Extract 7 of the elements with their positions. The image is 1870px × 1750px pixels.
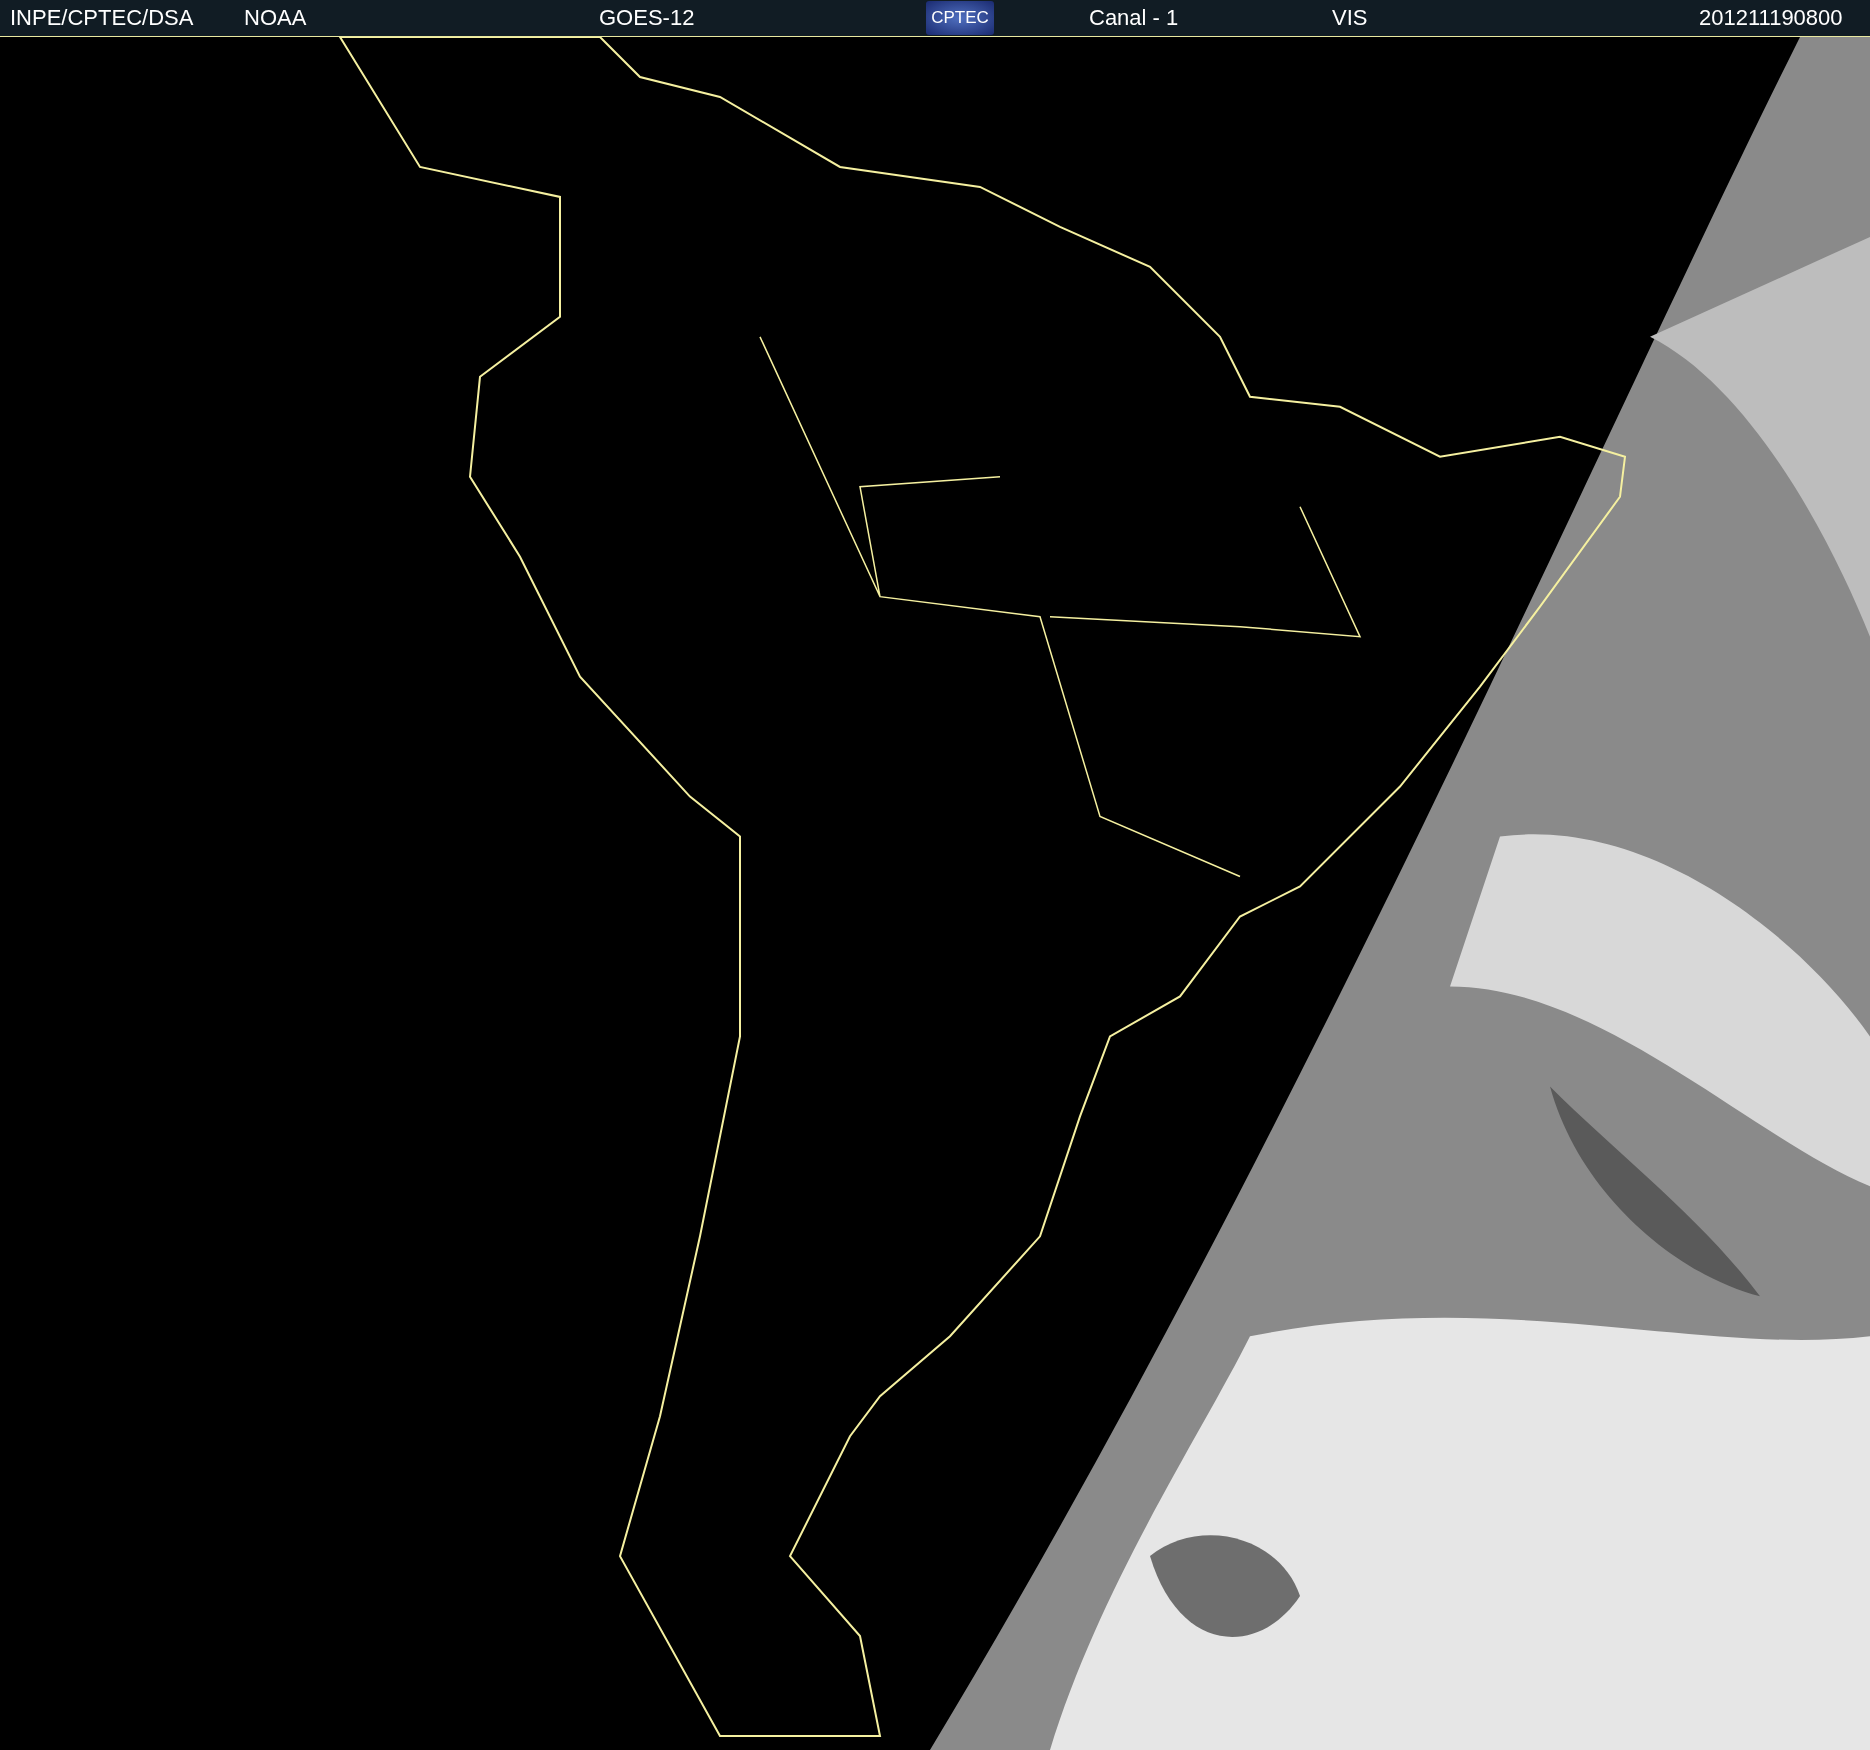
channel-label: Canal - 1 [1089, 5, 1180, 31]
satellite-label: GOES-12 [599, 5, 696, 31]
agency-label: NOAA [244, 5, 308, 31]
timestamp-label: 201211190800 [1699, 5, 1843, 31]
logo: CPTEC [926, 1, 994, 35]
source-label: INPE/CPTEC/DSA [10, 5, 195, 31]
band-label: VIS [1332, 5, 1369, 31]
